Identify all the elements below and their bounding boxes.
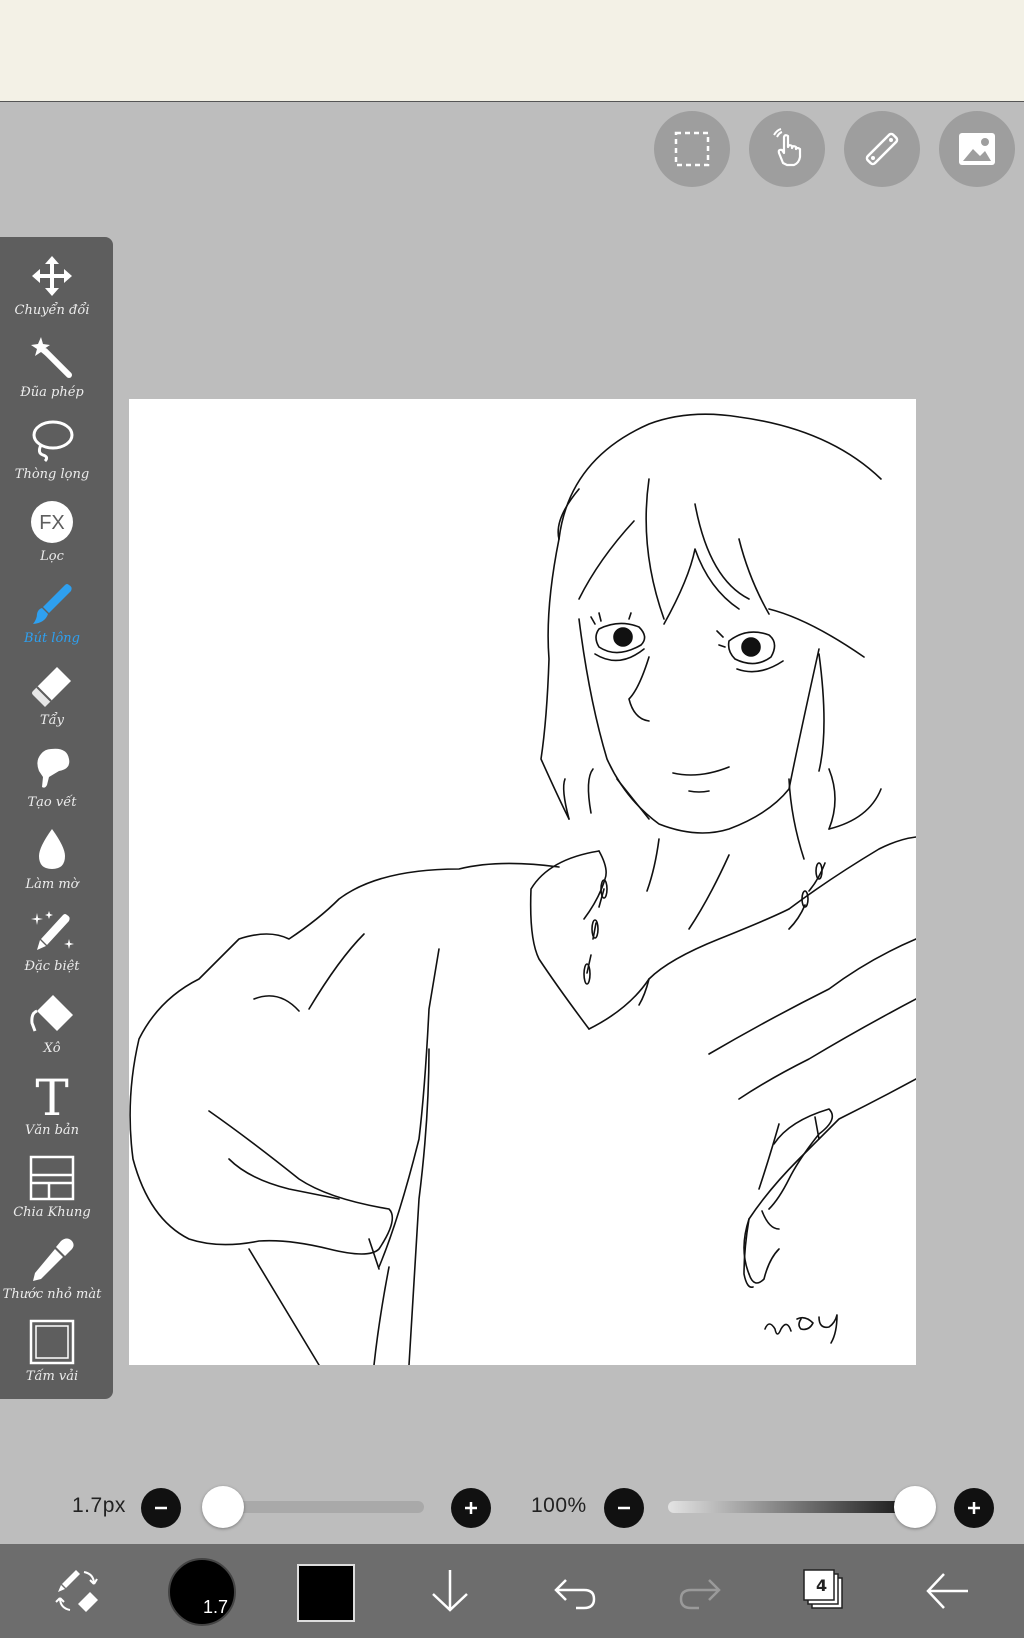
tool-canvas[interactable]: Tấm vải bbox=[0, 1317, 104, 1399]
plus-icon bbox=[968, 1502, 980, 1514]
blur-icon bbox=[39, 829, 65, 869]
opacity-increase-button[interactable] bbox=[954, 1488, 994, 1528]
tool-special[interactable]: Đặc biệt bbox=[0, 907, 104, 989]
lasso-icon bbox=[32, 420, 74, 463]
svg-text:T: T bbox=[35, 1073, 68, 1119]
tool-transform[interactable]: Chuyển đổi bbox=[0, 251, 104, 333]
tool-label: Tấm vải bbox=[25, 1369, 79, 1384]
tool-bucket[interactable]: Xô bbox=[0, 989, 104, 1071]
tool-label: Tạo vết bbox=[27, 795, 77, 810]
tool-label: Chia Khung bbox=[13, 1205, 91, 1220]
brush-eraser-swap-icon bbox=[55, 1570, 98, 1612]
tool-label: Làm mờ bbox=[25, 877, 79, 892]
redo-button[interactable] bbox=[665, 1556, 735, 1626]
brush-icon bbox=[33, 584, 72, 624]
drawing-canvas[interactable] bbox=[129, 399, 916, 1365]
brush-size-increase-button[interactable] bbox=[451, 1488, 491, 1528]
selection-button[interactable] bbox=[654, 111, 730, 187]
minus-icon bbox=[618, 1506, 630, 1510]
canvas-icon bbox=[29, 1319, 75, 1365]
tool-label: Đặc biệt bbox=[24, 959, 80, 974]
touch-button[interactable] bbox=[749, 111, 825, 187]
tool-lasso[interactable]: Thòng lọng bbox=[0, 415, 104, 497]
brush-size-slider-thumb[interactable] bbox=[202, 1486, 244, 1528]
arrow-down-icon bbox=[432, 1570, 468, 1612]
tool-label: Thước nhỏ màt bbox=[2, 1287, 102, 1302]
brush-size-preview-button[interactable]: 1.7 bbox=[168, 1558, 236, 1626]
layer-count: 4 bbox=[816, 1576, 828, 1595]
opacity-slider-thumb[interactable] bbox=[894, 1486, 936, 1528]
brush-size-decrease-button[interactable] bbox=[141, 1488, 181, 1528]
brush-size-value: 1.7px bbox=[72, 1494, 126, 1517]
tool-label: Bút lông bbox=[24, 631, 80, 646]
import-down-button[interactable] bbox=[415, 1556, 485, 1626]
opacity-decrease-button[interactable] bbox=[604, 1488, 644, 1528]
color-swatch-button[interactable] bbox=[297, 1564, 355, 1622]
magic-wand-icon bbox=[31, 337, 72, 378]
tool-magic-wand[interactable]: Đũa phép bbox=[0, 333, 104, 415]
smudge-icon bbox=[37, 748, 70, 788]
tool-blur[interactable]: Làm mờ bbox=[0, 825, 104, 907]
ruler-icon bbox=[865, 132, 899, 166]
tool-label: Văn bản bbox=[24, 1123, 80, 1138]
tool-frame-divider[interactable]: Chia Khung bbox=[0, 1153, 104, 1235]
bottom-toolbar: 1.7 4 bbox=[0, 1544, 1024, 1638]
tool-label: Lọc bbox=[40, 549, 64, 564]
tool-label: Chuyển đổi bbox=[14, 303, 90, 318]
plus-icon bbox=[465, 1502, 477, 1514]
eyedropper-icon bbox=[33, 1238, 74, 1281]
tool-brush[interactable]: Bút lông bbox=[0, 579, 104, 661]
opacity-slider[interactable] bbox=[668, 1501, 916, 1513]
tool-eyedropper[interactable]: Thước nhỏ màt bbox=[0, 1235, 104, 1317]
tool-label: Tẩy bbox=[40, 713, 64, 728]
back-button[interactable] bbox=[912, 1556, 982, 1626]
opacity-value: 100% bbox=[531, 1494, 587, 1517]
selection-icon bbox=[674, 131, 710, 167]
undo-button[interactable] bbox=[540, 1556, 610, 1626]
svg-text:FX: FX bbox=[39, 512, 65, 534]
status-bar bbox=[0, 0, 1024, 102]
line-art-drawing bbox=[129, 413, 916, 1365]
ruler-button[interactable] bbox=[844, 111, 920, 187]
brush-settings: 1.7px 100% bbox=[0, 1470, 1024, 1544]
image-button[interactable] bbox=[939, 111, 1015, 187]
tool-filter[interactable]: FX Lọc bbox=[0, 497, 104, 579]
eraser-icon bbox=[32, 667, 71, 707]
touch-icon bbox=[773, 128, 802, 167]
special-pen-icon bbox=[31, 911, 74, 950]
tool-eraser[interactable]: Tẩy bbox=[0, 661, 104, 743]
image-icon bbox=[959, 133, 995, 165]
tool-label: Đũa phép bbox=[20, 385, 84, 400]
redo-icon bbox=[679, 1579, 721, 1610]
bucket-icon bbox=[30, 995, 73, 1032]
frame-divider-icon bbox=[29, 1155, 75, 1201]
brush-eraser-toggle-button[interactable] bbox=[42, 1556, 112, 1626]
arrow-left-icon bbox=[926, 1573, 968, 1609]
move-icon bbox=[32, 256, 72, 296]
brush-size-badge: 1.7 bbox=[202, 1597, 228, 1617]
tool-label: Thòng lọng bbox=[14, 467, 90, 482]
tool-palette: Chuyển đổi Đũa phép Thòng lọng FX Lọc Bú… bbox=[0, 237, 113, 1399]
minus-icon bbox=[155, 1506, 167, 1510]
tool-label: Xô bbox=[43, 1041, 61, 1056]
tool-smudge[interactable]: Tạo vết bbox=[0, 743, 104, 825]
fx-icon: FX bbox=[31, 501, 73, 543]
layers-button[interactable]: 4 bbox=[788, 1556, 858, 1626]
undo-icon bbox=[554, 1579, 596, 1610]
tool-text[interactable]: T Văn bản bbox=[0, 1071, 104, 1153]
text-icon: T bbox=[35, 1073, 68, 1119]
